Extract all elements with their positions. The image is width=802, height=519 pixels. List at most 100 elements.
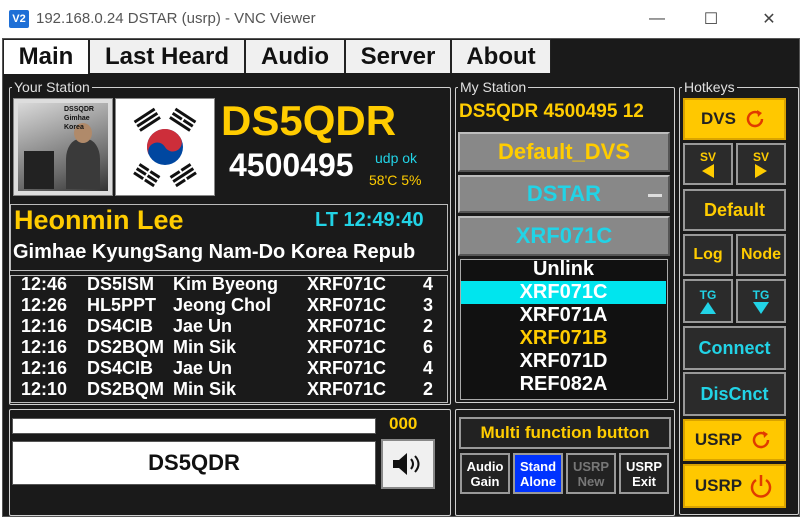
last-heard-time: 12:26 <box>21 295 68 315</box>
power-icon <box>750 475 772 498</box>
sv-next-button[interactable]: SV <box>736 143 786 185</box>
udp-status: udp ok <box>375 150 418 166</box>
last-heard-count: 3 <box>423 295 434 315</box>
dvs-label: DVS <box>701 109 736 128</box>
audio-gain-line1: Audio <box>466 458 504 474</box>
last-heard-name: Min Sik <box>173 337 237 357</box>
reflector-button[interactable]: XRF071C <box>458 216 670 256</box>
right-arrow-icon <box>755 164 767 178</box>
my-station-header: DS5QDR 4500495 12 <box>459 101 644 122</box>
reflector-option[interactable]: Unlink <box>461 258 666 281</box>
reflector-option[interactable]: XRF071D <box>461 350 666 373</box>
last-heard-count: 2 <box>423 316 434 336</box>
last-heard-time: 12:16 <box>21 316 68 336</box>
tg-up-label: TG <box>699 288 717 302</box>
tab-bar: Main Last Heard Audio Server About <box>3 39 551 74</box>
audio-gain-button[interactable]: Audio Gain <box>460 453 510 494</box>
refresh-icon <box>746 110 764 128</box>
last-heard-call: DS4CIB <box>87 358 154 378</box>
left-arrow-icon <box>702 164 714 178</box>
sv-prev-button[interactable]: SV <box>683 143 733 185</box>
mode-select[interactable]: DSTAR <box>458 175 670 213</box>
last-heard-count: 6 <box>423 337 434 357</box>
last-heard-call: HL5PPT <box>87 295 157 315</box>
local-time: LT 12:49:40 <box>315 209 424 231</box>
last-heard-time: 12:46 <box>21 274 68 294</box>
tab-server[interactable]: Server <box>345 39 451 73</box>
station-id: 4500495 <box>229 147 354 183</box>
last-heard-row: 12:16 DS4CIB Jae Un XRF071C 2 <box>11 316 441 337</box>
last-heard-name: Kim Byeong <box>173 274 279 294</box>
tx-callsign-display: DS5QDR <box>12 441 376 485</box>
tab-audio[interactable]: Audio <box>245 39 345 73</box>
connect-button[interactable]: Connect <box>683 326 786 370</box>
last-heard-name: Jeong Chol <box>173 295 271 315</box>
sv-next-label: SV <box>752 150 769 164</box>
station-callsign: DS5QDR <box>221 97 397 144</box>
reflector-option[interactable]: XRF071B <box>461 327 666 350</box>
operator-location: Gimhae KyungSang Nam-Do Korea Repub <box>13 241 416 263</box>
up-arrow-icon <box>700 302 716 314</box>
disconnect-button[interactable]: DisCnct <box>683 372 786 416</box>
last-heard-row: 12:26 HL5PPT Jeong Chol XRF071C 3 <box>11 295 441 316</box>
down-arrow-icon <box>753 302 769 314</box>
temp-cpu-status: 58'C 5% <box>369 172 422 188</box>
last-heard-tg: XRF071C <box>307 337 387 357</box>
window-titlebar: V2 192.168.0.24 DSTAR (usrp) - VNC Viewe… <box>0 0 802 38</box>
reflector-option[interactable]: XRF071A <box>461 304 666 327</box>
profile-button[interactable]: Default_DVS <box>458 132 670 172</box>
log-button[interactable]: Log <box>683 234 733 276</box>
reflector-list[interactable]: Unlink XRF071C XRF071A XRF071B XRF071D REF082… <box>460 258 668 400</box>
last-heard-name: Jae Un <box>173 358 233 378</box>
close-button[interactable]: ✕ <box>746 6 792 32</box>
speaker-button[interactable] <box>381 439 435 489</box>
tg-down-button[interactable]: TG <box>736 279 786 323</box>
tab-last-heard[interactable]: Last Heard <box>89 39 245 73</box>
usrp-exit-line1: USRP <box>625 458 663 474</box>
dropdown-indicator-icon <box>648 194 662 197</box>
tg-down-label: TG <box>752 288 770 302</box>
app-window: Main Last Heard Audio Server About Your … <box>2 38 800 517</box>
stand-alone-button[interactable]: Stand Alone <box>513 453 563 494</box>
last-heard-row: 12:10 DS2BQM Min Sik XRF071C 2 <box>11 379 441 400</box>
minimize-button[interactable]: — <box>634 6 680 32</box>
tg-up-button[interactable]: TG <box>683 279 733 323</box>
reflector-option[interactable]: XRF071C <box>461 281 666 304</box>
reflector-option[interactable]: REF082A <box>461 373 666 396</box>
window-title: 192.168.0.24 DSTAR (usrp) - VNC Viewer <box>36 10 316 27</box>
usrp-new-button[interactable]: USRP New <box>566 453 616 494</box>
usrp-exit-button[interactable]: USRP Exit <box>619 453 669 494</box>
last-heard-time: 12:16 <box>21 337 68 357</box>
operator-photo: DSSQDR Gimhae Korea <box>13 98 113 196</box>
usrp-exit-line2: Exit <box>632 473 656 489</box>
last-heard-count: 4 <box>423 358 434 378</box>
multi-function-title: Multi function button <box>459 417 671 449</box>
last-heard-call: DS4CIB <box>87 316 154 336</box>
stand-alone-line2: Alone <box>519 473 557 489</box>
last-heard-tg: XRF071C <box>307 358 387 378</box>
last-heard-count: 4 <box>423 274 434 294</box>
tab-main[interactable]: Main <box>3 39 89 74</box>
node-button[interactable]: Node <box>736 234 786 276</box>
photo-caption: DSSQDR Gimhae Korea <box>64 106 94 131</box>
usrp-restart-button[interactable]: USRP <box>683 419 786 461</box>
usrp-restart-label: USRP <box>694 430 743 449</box>
last-heard-call: DS2BQM <box>87 379 165 399</box>
hotkeys-legend: Hotkeys <box>684 79 735 95</box>
tx-counter: 000 <box>389 414 418 433</box>
audio-gain-line2: Gain <box>470 473 500 489</box>
last-heard-time: 12:16 <box>21 358 68 378</box>
stand-alone-line1: Stand <box>519 458 557 474</box>
maximize-button[interactable]: ☐ <box>688 6 734 32</box>
your-station-legend: Your Station <box>14 79 90 95</box>
operator-name: Heonmin Lee <box>14 205 184 235</box>
usrp-power-button[interactable]: USRP <box>683 464 786 508</box>
default-button[interactable]: Default <box>683 189 786 231</box>
last-heard-call: DS5ISM <box>87 274 155 294</box>
tab-about[interactable]: About <box>451 39 551 73</box>
vnc-icon: V2 <box>9 10 29 28</box>
dvs-button[interactable]: DVS <box>683 98 786 140</box>
last-heard-row: 12:16 DS2BQM Min Sik XRF071C 6 <box>11 337 441 358</box>
last-heard-tg: XRF071C <box>307 274 387 294</box>
last-heard-row: 12:16 DS4CIB Jae Un XRF071C 4 <box>11 358 441 379</box>
